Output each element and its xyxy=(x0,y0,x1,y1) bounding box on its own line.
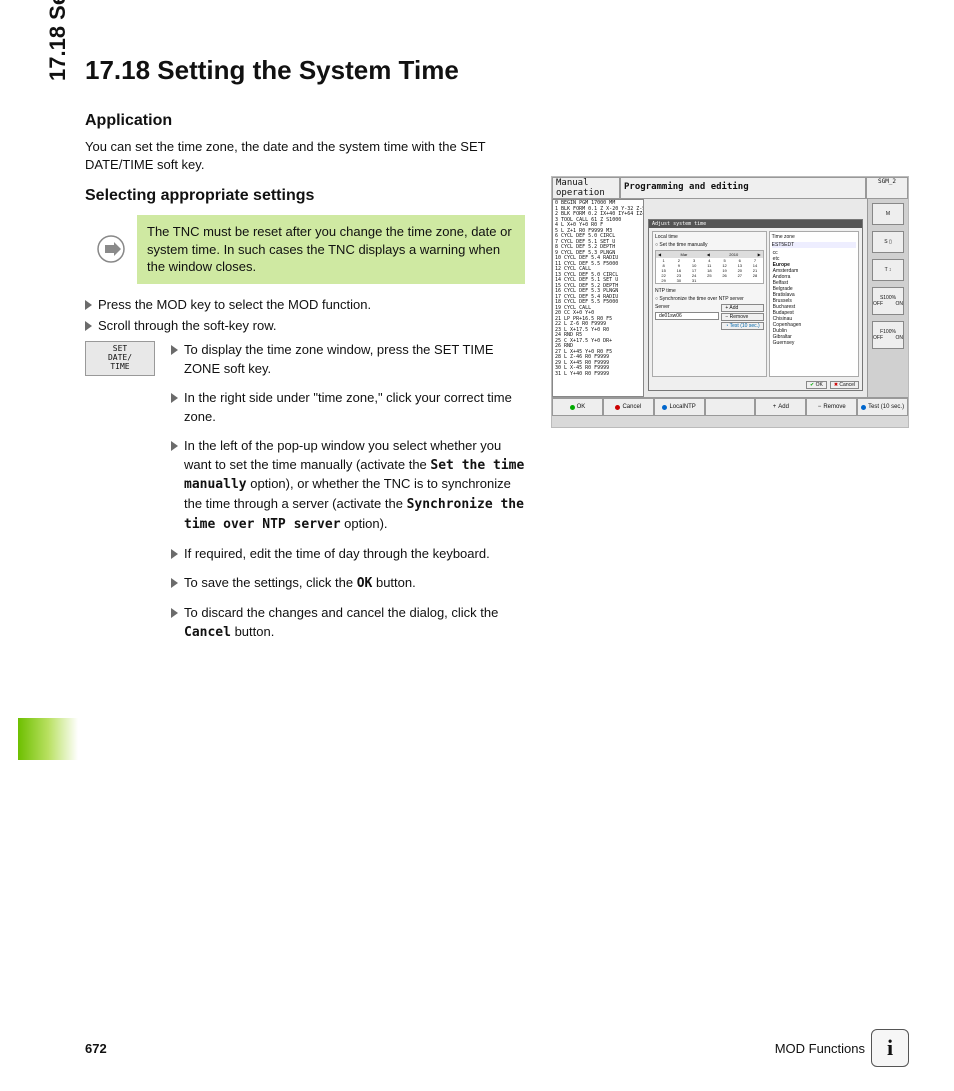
triangle-icon xyxy=(171,345,178,355)
ntp-time-label: NTP time xyxy=(655,288,764,294)
triangle-icon xyxy=(171,393,178,403)
bottom-toolbar: OK Cancel LocalNTP + Add − Remove Test (… xyxy=(552,397,908,416)
server-value[interactable]: de01sw06 xyxy=(655,312,719,320)
page-title: 17.18 Setting the System Time xyxy=(85,55,909,86)
sync-ntp-option[interactable]: ○ Synchronize the time over NTP server xyxy=(655,296,764,302)
triangle-icon xyxy=(171,441,178,451)
adjust-system-time-dialog: Adjust system time Local time ○ Set the … xyxy=(648,219,863,391)
triangle-icon xyxy=(171,608,178,618)
add-button[interactable]: + Add xyxy=(721,304,763,312)
paragraph-application: You can set the time zone, the date and … xyxy=(85,138,525,173)
triangle-icon xyxy=(85,321,92,331)
timezone-list[interactable]: Time zone EST5EDT ccetcEuropeAmsterdamAn… xyxy=(769,231,859,377)
arrow-right-icon xyxy=(85,215,137,284)
right-override-strip: M S ▯ T ↕ S100% OFFON F100% OFFON xyxy=(867,199,908,397)
step-click-tz: In the right side under "time zone," cli… xyxy=(171,389,525,427)
page-number: 672 xyxy=(85,1041,107,1056)
triangle-icon xyxy=(85,300,92,310)
nc-program-listing: 0 BEGIN PGM 17000 MM1 BLK FORM 0.1 Z X-2… xyxy=(552,199,644,397)
tb-test[interactable]: Test (10 sec.) xyxy=(857,398,908,416)
strip-t[interactable]: T ↕ xyxy=(872,259,904,281)
dialog-cancel-button[interactable]: ✖ Cancel xyxy=(830,381,859,389)
footer-section: MOD Functions xyxy=(775,1041,865,1056)
tnc-screenshot: Manual operation Programming and editing… xyxy=(551,176,909,428)
tb-blank xyxy=(705,398,756,416)
bullet-scroll: Scroll through the soft-key row. xyxy=(85,317,525,336)
tb-add[interactable]: + Add xyxy=(755,398,806,416)
heading-application: Application xyxy=(85,112,909,130)
calendar[interactable]: ◀Mar◀2010▶ 1234567 891011121314 15161718… xyxy=(655,250,764,284)
tb-ok[interactable]: OK xyxy=(552,398,603,416)
vertical-section-title: 17.18 Setting the System Time xyxy=(45,55,71,415)
server-label: Server xyxy=(655,304,719,310)
test-button[interactable]: ◔ Test (10 sec.) xyxy=(721,322,763,330)
mode-label: Manual operation xyxy=(552,177,620,199)
softkey-set-date-time: SET DATE/ TIME xyxy=(85,341,155,375)
step-cancel: To discard the changes and cancel the di… xyxy=(171,604,525,643)
f-override[interactable]: F100% OFFON xyxy=(872,321,904,349)
sgm-badge: SGM_2 xyxy=(866,177,908,199)
set-manually-option[interactable]: ○ Set the time manually xyxy=(655,242,764,248)
note-text: The TNC must be reset after you change t… xyxy=(137,215,525,284)
tb-cancel[interactable]: Cancel xyxy=(603,398,654,416)
side-gradient xyxy=(18,718,78,760)
step-edit-time: If required, edit the time of day throug… xyxy=(171,545,525,564)
dialog-title: Adjust system time xyxy=(649,220,862,228)
triangle-icon xyxy=(171,549,178,559)
step-save: To save the settings, click the OK butto… xyxy=(171,574,525,594)
s-override[interactable]: S100% OFFON xyxy=(872,287,904,315)
step-display-tz: To display the time zone window, press t… xyxy=(171,341,525,379)
remove-button[interactable]: − Remove xyxy=(721,313,763,321)
strip-s[interactable]: S ▯ xyxy=(872,231,904,253)
note-box: The TNC must be reset after you change t… xyxy=(85,215,525,284)
tb-localntp[interactable]: LocalNTP xyxy=(654,398,705,416)
bullet-mod-key: Press the MOD key to select the MOD func… xyxy=(85,296,525,315)
strip-m[interactable]: M xyxy=(872,203,904,225)
dialog-ok-button[interactable]: ✔ OK xyxy=(806,381,827,389)
tb-remove[interactable]: − Remove xyxy=(806,398,857,416)
page-footer: 672 MOD Functions i xyxy=(85,1029,909,1067)
local-time-label: Local time xyxy=(655,234,764,240)
triangle-icon xyxy=(171,578,178,588)
info-icon: i xyxy=(871,1029,909,1067)
screen-title: Programming and editing xyxy=(620,177,866,199)
step-set-manual: In the left of the pop-up window you sel… xyxy=(171,437,525,535)
